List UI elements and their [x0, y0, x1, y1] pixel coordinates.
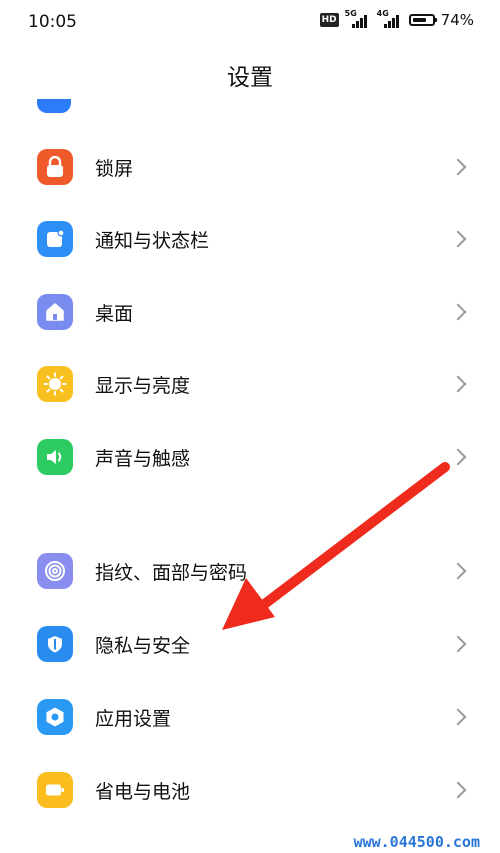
- arrow-shaft: [257, 462, 450, 611]
- watermark: www.044500.com: [353, 833, 480, 851]
- annotation-arrow: [222, 462, 450, 630]
